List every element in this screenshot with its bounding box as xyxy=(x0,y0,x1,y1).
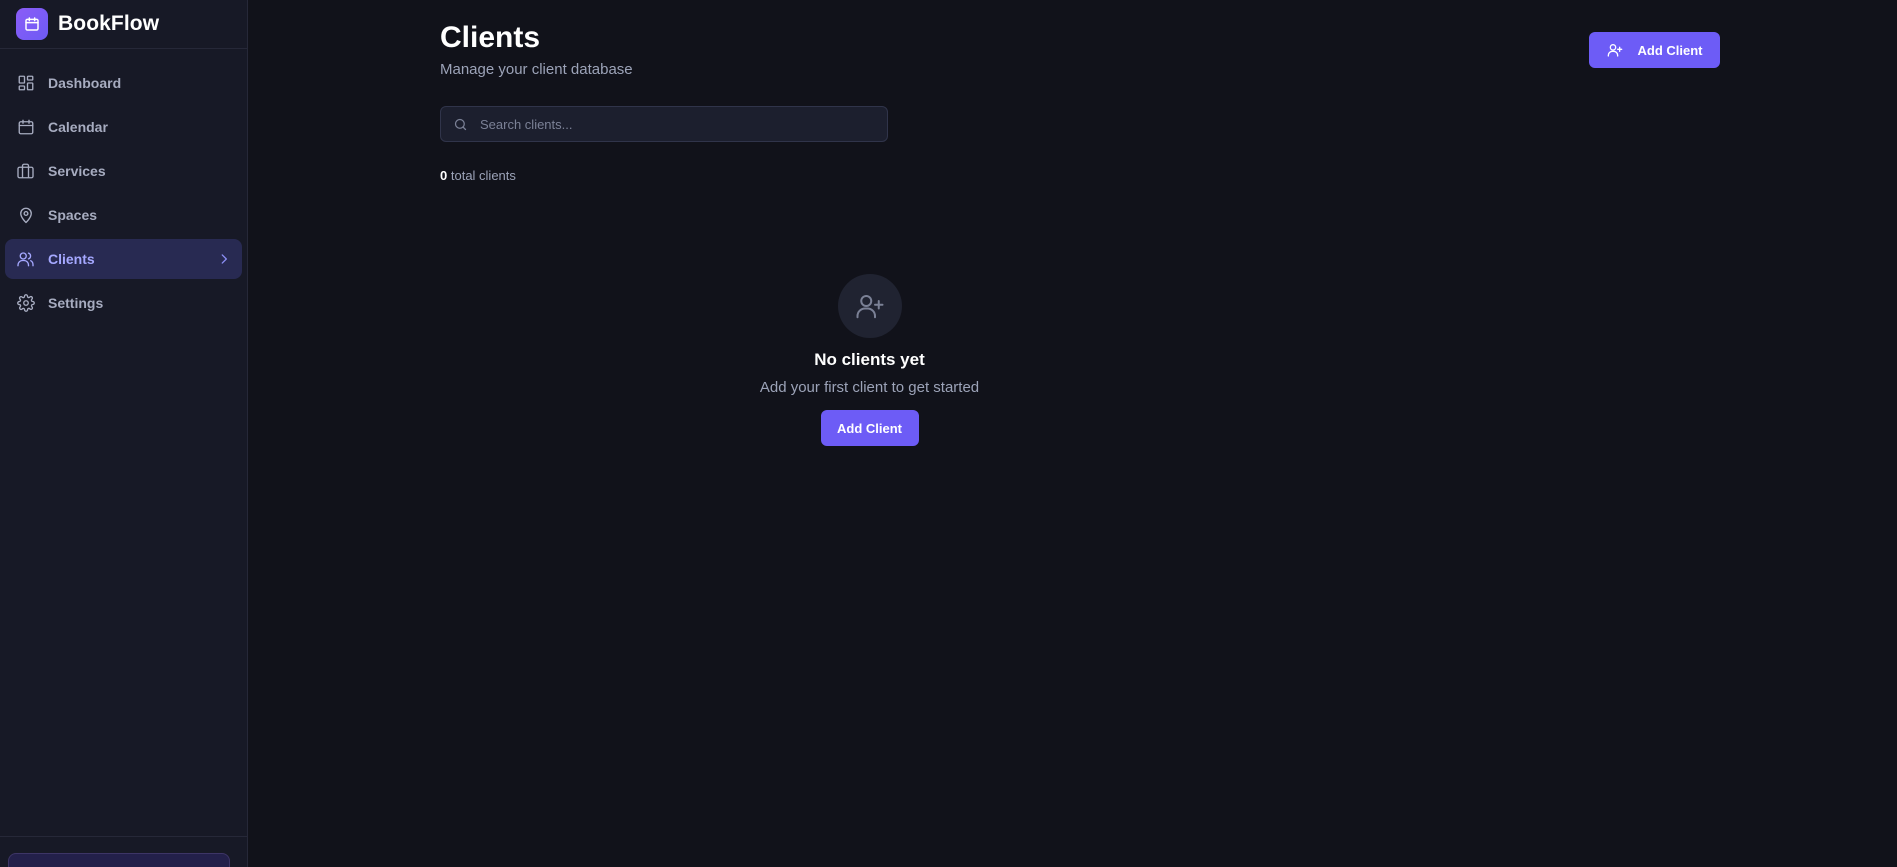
sidebar-footer-button[interactable] xyxy=(8,853,230,867)
main-content: Clients Manage your client database Add … xyxy=(248,0,1897,867)
calendar-icon xyxy=(16,118,35,137)
sidebar: BookFlow Dashboard Calendar Services Spa… xyxy=(0,0,248,867)
search-box xyxy=(440,106,888,142)
page-subtitle: Manage your client database xyxy=(440,61,633,78)
add-client-button-label: Add Client xyxy=(1637,42,1703,58)
sidebar-item-calendar[interactable]: Calendar xyxy=(5,107,242,147)
empty-state-add-client-button[interactable]: Add Client xyxy=(820,410,919,446)
map-pin-icon xyxy=(16,206,35,225)
search-icon xyxy=(453,117,468,132)
sidebar-item-label: Spaces xyxy=(48,207,98,223)
add-client-button[interactable]: Add Client xyxy=(1589,32,1720,68)
page-header: Clients Manage your client database xyxy=(440,20,633,78)
brand[interactable]: BookFlow xyxy=(0,0,247,49)
search-input[interactable] xyxy=(480,116,875,132)
sidebar-item-clients[interactable]: Clients xyxy=(5,239,242,279)
empty-state: No clients yet Add your first client to … xyxy=(248,274,1897,446)
empty-state-subtitle: Add your first client to get started xyxy=(759,379,980,396)
sidebar-item-spaces[interactable]: Spaces xyxy=(5,195,242,235)
user-plus-icon xyxy=(1607,42,1623,58)
users-icon xyxy=(16,250,35,269)
dashboard-icon xyxy=(16,74,35,93)
sidebar-nav: Dashboard Calendar Services Spaces Clien… xyxy=(0,49,247,323)
sidebar-item-label: Dashboard xyxy=(48,75,122,91)
sidebar-item-label: Calendar xyxy=(48,119,108,135)
client-count: 0 total clients xyxy=(440,168,516,183)
sidebar-item-label: Clients xyxy=(48,251,95,267)
page-title: Clients xyxy=(440,21,541,54)
sidebar-item-dashboard[interactable]: Dashboard xyxy=(5,63,242,103)
client-count-label: total clients xyxy=(450,168,516,183)
app-root: BookFlow Dashboard Calendar Services Spa… xyxy=(0,0,1897,867)
briefcase-icon xyxy=(16,162,35,181)
client-count-value: 0 xyxy=(440,168,448,183)
sidebar-item-label: Settings xyxy=(48,295,104,311)
sidebar-item-settings[interactable]: Settings xyxy=(5,283,242,323)
chevron-right-icon xyxy=(217,252,231,266)
sidebar-footer xyxy=(0,836,247,867)
sidebar-item-services[interactable]: Services xyxy=(5,151,242,191)
sidebar-item-label: Services xyxy=(48,163,106,179)
empty-state-title: No clients yet xyxy=(814,350,925,369)
gear-icon xyxy=(16,294,35,313)
brand-name: BookFlow xyxy=(58,12,160,35)
calendar-logo-icon xyxy=(16,8,48,40)
user-plus-icon xyxy=(837,274,902,338)
